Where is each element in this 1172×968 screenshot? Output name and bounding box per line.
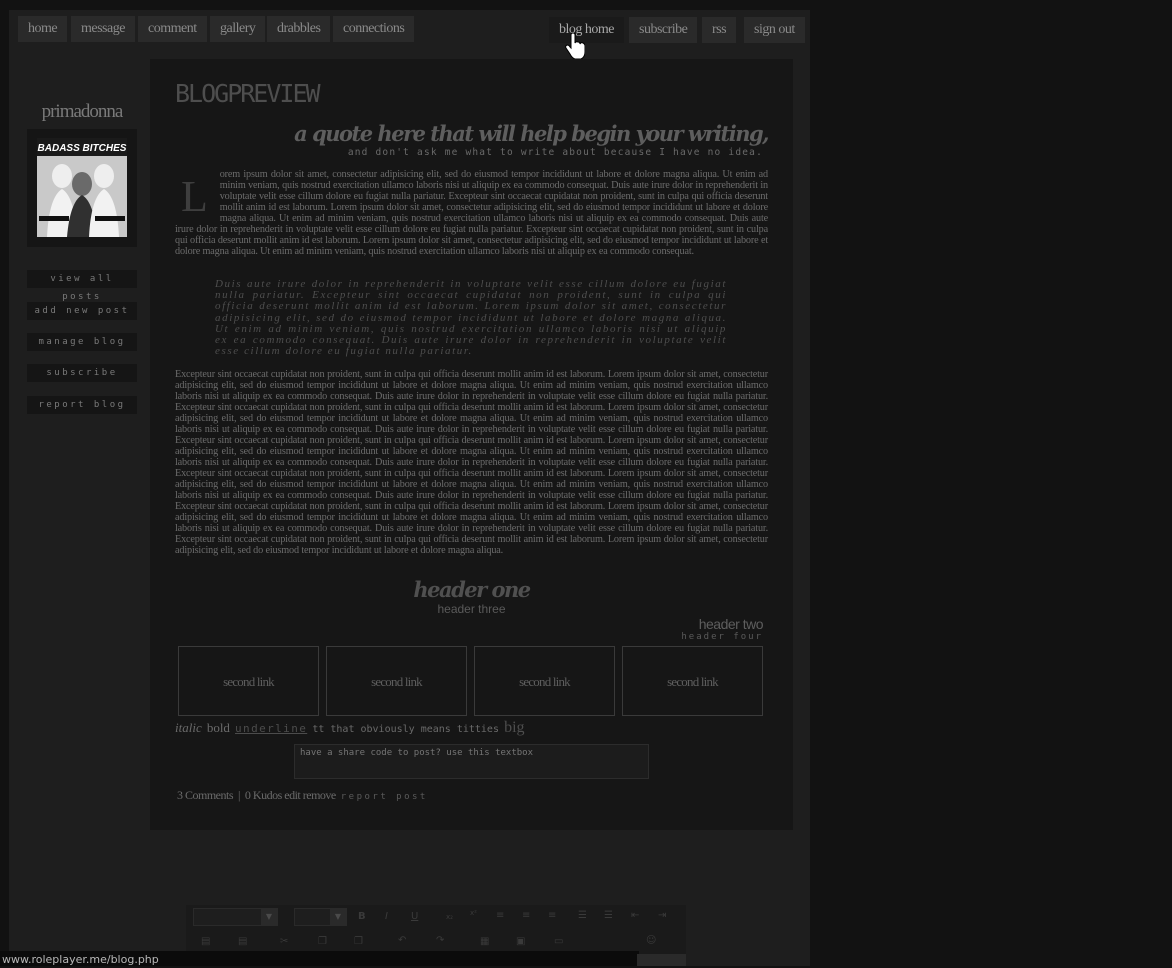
avatar-frame: BADASS BITCHES <box>27 129 137 247</box>
remove-link[interactable]: remove <box>303 788 336 802</box>
nav-sign-out[interactable]: sign out <box>744 17 805 43</box>
copy-icon[interactable]: ❐ <box>318 936 327 947</box>
format-sample-row: italic bold underline tt that obviously … <box>175 717 525 737</box>
format-big: big <box>504 719 525 736</box>
paste-word-icon[interactable]: ❐ <box>354 936 363 947</box>
nav-home[interactable]: home <box>18 16 68 42</box>
post-footer: 3 Comments | 0 Kudos edit remove report … <box>177 788 428 803</box>
nav-connections[interactable]: connections <box>333 16 415 42</box>
avatar-image: BADASS BITCHES <box>37 138 127 237</box>
avatar[interactable]: BADASS BITCHES <box>37 138 127 237</box>
cut-icon[interactable]: ✂ <box>280 936 288 947</box>
report-post-link[interactable]: report post <box>341 792 428 802</box>
superscript-icon[interactable]: x² <box>470 909 477 917</box>
kudos-link[interactable]: 0 Kudos <box>245 788 282 802</box>
browser-status-url: www.roleplayer.me/blog.php <box>0 951 639 966</box>
italic-icon[interactable]: I <box>385 911 388 922</box>
post-quote-subtitle: and don't ask me what to write about bec… <box>347 147 763 158</box>
table-icon[interactable]: ▦ <box>480 936 489 947</box>
sidebar-username[interactable]: primadonna <box>27 101 137 123</box>
underline-icon[interactable]: U <box>411 911 418 922</box>
nav-rss[interactable]: rss <box>702 17 737 43</box>
nav-drabbles[interactable]: drabbles <box>267 16 331 42</box>
format-underline: underline <box>235 722 308 735</box>
format-tt: tt that obviously means titties <box>312 724 499 735</box>
subscript-icon[interactable]: x₂ <box>446 913 453 921</box>
paragraph-text: orem ipsum dolor sit amet, consectetur a… <box>175 169 768 257</box>
post-quote: a quote here that will help begin your w… <box>294 121 769 146</box>
nav-blog-home[interactable]: blog home <box>549 17 624 43</box>
format-italic: italic <box>175 720 202 735</box>
footer-separator: | <box>238 788 240 802</box>
sidebar-add-new-post[interactable]: add new post <box>27 302 137 320</box>
align-left-icon[interactable]: ≡ <box>496 910 504 921</box>
post-paragraph-1: Lorem ipsum dolor sit amet, consectetur … <box>175 169 768 257</box>
second-link-3[interactable]: second link <box>474 646 615 716</box>
chevron-down-icon: ▼ <box>330 909 346 925</box>
avatar-text: BADASS BITCHES <box>38 143 127 154</box>
sidebar-view-all-posts[interactable]: view all posts <box>27 270 137 302</box>
paste-text-icon[interactable]: ▤ <box>238 936 247 947</box>
link-icon[interactable]: ▭ <box>554 936 563 947</box>
hand-cursor-icon <box>565 33 585 59</box>
sidebar-manage-blog[interactable]: manage blog <box>27 333 137 351</box>
emoticon-icon[interactable]: ☺ <box>646 935 656 946</box>
bullet-list-icon[interactable]: ☰ <box>578 910 587 921</box>
nav-comment[interactable]: comment <box>138 16 207 42</box>
second-link-2[interactable]: second link <box>326 646 467 716</box>
nav-subscribe[interactable]: subscribe <box>629 17 698 43</box>
nav-message[interactable]: message <box>71 16 135 42</box>
post-paragraph-2: Excepteur sint occaecat cupidatat non pr… <box>175 369 768 556</box>
editor-resize-block <box>637 954 686 966</box>
image-icon[interactable]: ▣ <box>516 936 525 947</box>
header-two: header two <box>698 616 764 632</box>
paste-icon[interactable]: ▤ <box>201 936 210 947</box>
align-right-icon[interactable]: ≡ <box>548 910 556 921</box>
redo-icon[interactable]: ↷ <box>436 935 444 946</box>
chevron-down-icon: ▼ <box>261 909 277 925</box>
blog-post: BLOGPREVIEW a quote here that will help … <box>150 59 793 830</box>
indent-icon[interactable]: ⇥ <box>658 910 666 921</box>
share-code-textbox[interactable] <box>294 744 649 779</box>
format-bold: bold <box>206 720 230 735</box>
font-size-select[interactable]: ▼ <box>294 908 347 926</box>
sidebar-report-blog[interactable]: report blog <box>27 396 137 414</box>
outdent-icon[interactable]: ⇤ <box>631 910 639 921</box>
edit-link[interactable]: edit <box>284 788 301 802</box>
header-one: header one <box>413 577 531 602</box>
numbered-list-icon[interactable]: ☰ <box>604 910 613 921</box>
undo-icon[interactable]: ↶ <box>398 935 406 946</box>
nav-gallery[interactable]: gallery <box>210 16 266 42</box>
bold-icon[interactable]: B <box>358 911 366 922</box>
drop-cap: L <box>181 172 208 221</box>
second-link-1[interactable]: second link <box>178 646 319 716</box>
post-title: BLOGPREVIEW <box>175 79 321 108</box>
post-blockquote: Duis aute irure dolor in reprehenderit i… <box>215 278 727 358</box>
comments-link[interactable]: 3 Comments <box>177 788 234 802</box>
sidebar-subscribe[interactable]: subscribe <box>27 364 137 382</box>
align-center-icon[interactable]: ≡ <box>522 910 530 921</box>
header-three: header three <box>437 602 506 616</box>
font-family-select[interactable]: ▼ <box>193 908 278 926</box>
header-four: header four <box>681 632 763 642</box>
second-link-4[interactable]: second link <box>622 646 763 716</box>
